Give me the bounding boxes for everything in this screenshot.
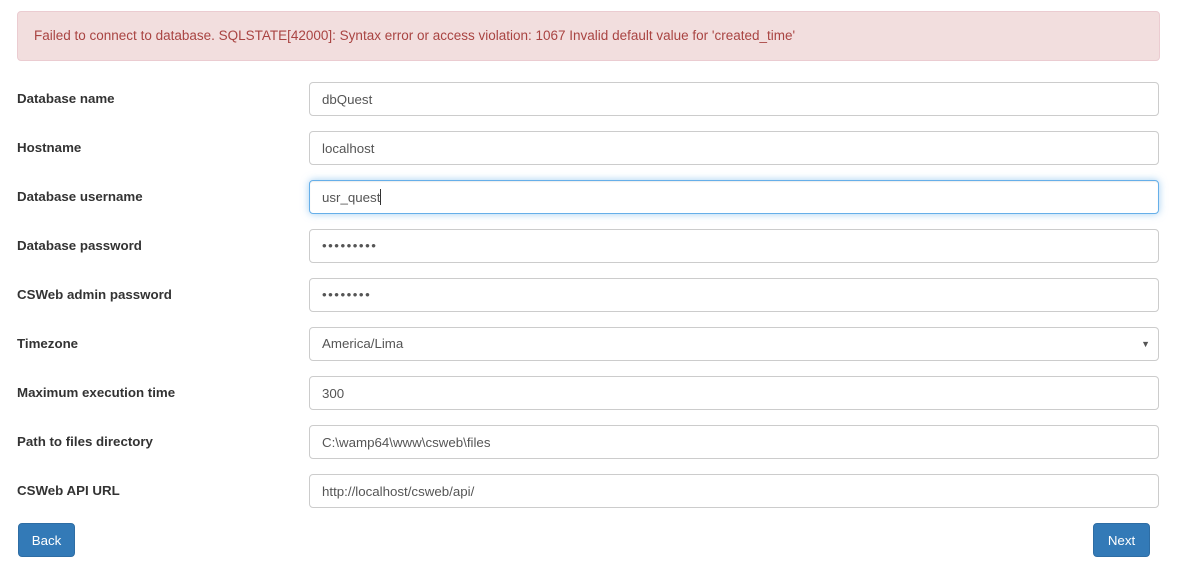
field-wrap-csweb-api-url [309, 474, 1159, 508]
field-wrap-database-name [309, 82, 1159, 116]
field-wrap-maximum-execution-time [309, 376, 1159, 410]
form-row-hostname: Hostname [0, 131, 1177, 165]
field-wrap-database-username [309, 180, 1159, 214]
label-path-to-files-directory: Path to files directory [17, 434, 153, 449]
label-database-username: Database username [17, 189, 143, 204]
setup-wizard-page: Failed to connect to database. SQLSTATE[… [0, 0, 1177, 570]
input-database-name[interactable] [309, 82, 1159, 116]
label-database-name: Database name [17, 91, 115, 106]
select-wrap-timezone: America/Lima ▼ [309, 327, 1159, 361]
form-row-database-name: Database name [0, 82, 1177, 116]
form-row-maximum-execution-time: Maximum execution time [0, 376, 1177, 410]
input-path-to-files-directory[interactable] [309, 425, 1159, 459]
label-csweb-api-url: CSWeb API URL [17, 483, 120, 498]
input-database-username[interactable] [309, 180, 1159, 214]
form-row-csweb-admin-password: CSWeb admin password •••••••• [0, 278, 1177, 312]
input-database-password[interactable]: ••••••••• [309, 229, 1159, 263]
input-csweb-admin-password[interactable]: •••••••• [309, 278, 1159, 312]
field-wrap-csweb-admin-password: •••••••• [309, 278, 1159, 312]
form-row-database-password: Database password ••••••••• [0, 229, 1177, 263]
next-button[interactable]: Next [1093, 523, 1150, 557]
field-wrap-hostname [309, 131, 1159, 165]
text-caret [380, 189, 381, 205]
field-wrap-path-to-files-directory [309, 425, 1159, 459]
back-button[interactable]: Back [18, 523, 75, 557]
form-row-timezone: Timezone America/Lima ▼ [0, 327, 1177, 361]
form-row-path-to-files-directory: Path to files directory [0, 425, 1177, 459]
form-row-database-username: Database username [0, 180, 1177, 214]
form-row-csweb-api-url: CSWeb API URL [0, 474, 1177, 508]
label-timezone: Timezone [17, 336, 79, 351]
label-database-password: Database password [17, 238, 142, 253]
label-csweb-admin-password: CSWeb admin password [17, 287, 172, 302]
field-wrap-timezone: America/Lima ▼ [309, 327, 1159, 361]
error-alert: Failed to connect to database. SQLSTATE[… [17, 11, 1160, 61]
label-hostname: Hostname [17, 140, 82, 155]
input-maximum-execution-time[interactable] [309, 376, 1159, 410]
input-csweb-api-url[interactable] [309, 474, 1159, 508]
select-timezone[interactable]: America/Lima [309, 327, 1159, 361]
label-maximum-execution-time: Maximum execution time [17, 385, 176, 400]
field-wrap-database-password: ••••••••• [309, 229, 1159, 263]
input-hostname[interactable] [309, 131, 1159, 165]
